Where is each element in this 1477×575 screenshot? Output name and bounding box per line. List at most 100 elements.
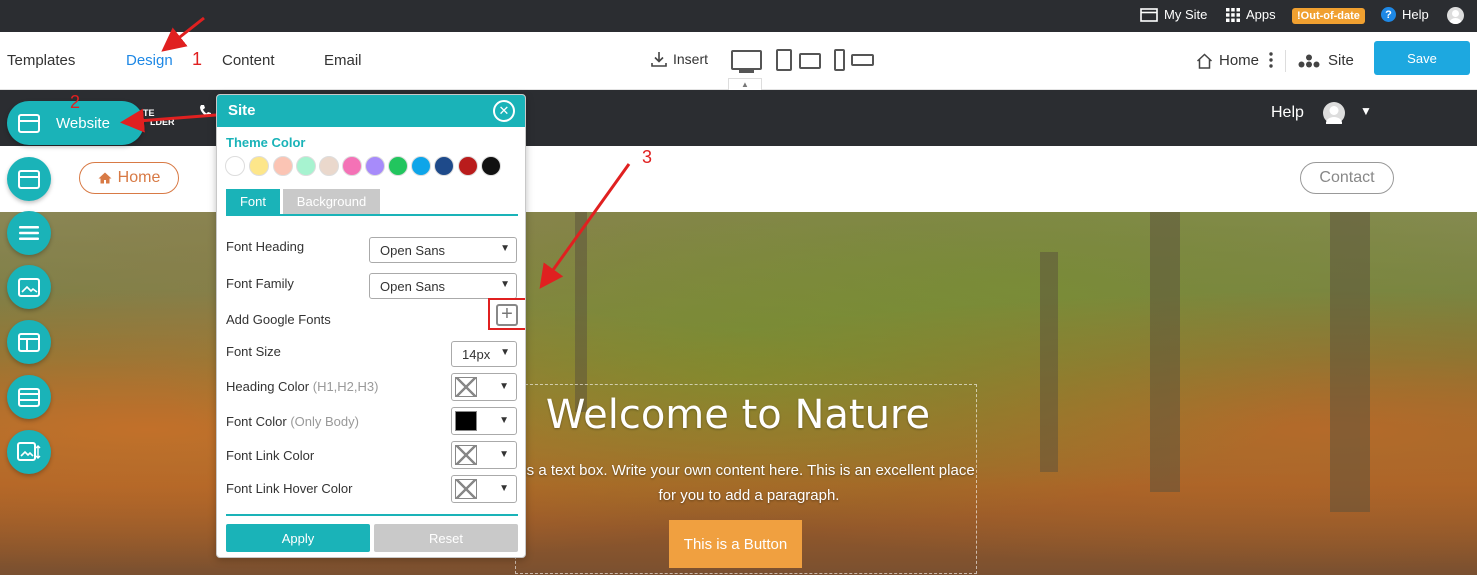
chevron-down-icon: ▼: [499, 381, 509, 392]
annotation-highlight-box: [488, 298, 525, 330]
font-family-value: Open Sans: [380, 279, 446, 294]
heading-color-picker[interactable]: ▼: [451, 373, 517, 401]
apply-button[interactable]: Apply: [226, 524, 370, 552]
theme-swatch[interactable]: [434, 156, 454, 176]
theme-swatch[interactable]: [411, 156, 431, 176]
footer-section-button[interactable]: [7, 375, 51, 419]
chevron-down-icon: ▼: [499, 449, 509, 460]
user-avatar[interactable]: [1447, 7, 1464, 24]
insert-label: Insert: [673, 51, 709, 67]
font-color-picker[interactable]: ▼: [451, 407, 517, 435]
house-icon: [98, 172, 112, 184]
heading-color-text: Heading Color: [226, 379, 310, 394]
download-icon: [651, 52, 667, 67]
browser-icon: [1140, 7, 1158, 22]
theme-swatch[interactable]: [225, 156, 245, 176]
tab-background[interactable]: Background: [283, 189, 380, 214]
editor-toolbar: Templates Design Content Email Insert ▲ …: [0, 32, 1477, 90]
insert-button[interactable]: Insert: [651, 51, 708, 67]
font-size-label: Font Size: [226, 344, 281, 359]
site-user-avatar[interactable]: [1323, 102, 1345, 129]
home-page-button[interactable]: Home: [1196, 52, 1259, 69]
add-google-fonts-label: Add Google Fonts: [226, 312, 331, 327]
hamburger-icon: [19, 226, 39, 240]
theme-swatch[interactable]: [481, 156, 501, 176]
tab-email[interactable]: Email: [324, 52, 362, 69]
website-label: Website: [56, 114, 110, 132]
apps-link[interactable]: Apps: [1226, 7, 1276, 22]
chevron-down-icon: ▼: [499, 483, 509, 494]
nav-contact-button[interactable]: Contact: [1300, 162, 1394, 194]
reset-button[interactable]: Reset: [374, 524, 518, 552]
tab-content[interactable]: Content: [222, 52, 275, 69]
hero-button[interactable]: This is a Button: [669, 520, 802, 568]
no-color-swatch: [455, 377, 477, 397]
tree-trunk: [1330, 212, 1370, 512]
font-size-select[interactable]: 14px ▼: [451, 341, 517, 367]
theme-swatch[interactable]: [296, 156, 316, 176]
link-color-picker[interactable]: ▼: [451, 441, 517, 469]
top-bar: My Site Apps !Out-of-date ? Help: [0, 0, 1477, 32]
panel-header: Site ✕: [217, 95, 525, 127]
panel-divider: [226, 514, 518, 516]
desktop-view-icon[interactable]: [731, 50, 762, 70]
nav-home-label: Home: [117, 169, 161, 186]
site-settings-panel: Site ✕ Theme Color Font Background Font …: [216, 94, 526, 558]
image-frame-icon: [18, 277, 40, 297]
gallery-sort-icon: [17, 442, 41, 461]
layout-button[interactable]: [7, 320, 51, 364]
phone-landscape-icon[interactable]: [851, 54, 874, 66]
hero-paragraph[interactable]: is a text box. Write your own content he…: [520, 458, 978, 508]
theme-swatch[interactable]: [249, 156, 269, 176]
font-heading-select[interactable]: Open Sans ▼: [369, 237, 517, 263]
black-color-swatch: [455, 411, 477, 431]
toolbar-divider: [1285, 50, 1286, 72]
tab-templates[interactable]: Templates: [7, 52, 75, 69]
phone-portrait-icon[interactable]: [834, 49, 845, 71]
user-icon: [1326, 106, 1342, 129]
out-of-date-badge[interactable]: !Out-of-date: [1292, 8, 1365, 24]
heading-color-label: Heading Color (H1,H2,H3): [226, 379, 378, 394]
close-icon[interactable]: ✕: [493, 100, 515, 122]
no-color-swatch: [455, 445, 477, 465]
site-settings-button[interactable]: Site: [1298, 52, 1354, 69]
site-label: Site: [1328, 52, 1354, 69]
help-link[interactable]: ? Help: [1381, 7, 1429, 22]
theme-swatch[interactable]: [388, 156, 408, 176]
house-icon: [1196, 52, 1213, 69]
footer-icon: [18, 387, 40, 407]
theme-swatch[interactable]: [458, 156, 478, 176]
phone-icon: [200, 105, 211, 117]
tab-font[interactable]: Font: [226, 189, 280, 214]
font-color-text: Font Color: [226, 414, 287, 429]
apps-label: Apps: [1246, 7, 1276, 22]
chevron-down-icon: ▼: [500, 279, 510, 290]
theme-swatch[interactable]: [319, 156, 339, 176]
theme-swatch[interactable]: [273, 156, 293, 176]
my-site-link[interactable]: My Site: [1140, 7, 1207, 22]
browser-window-icon: [18, 113, 40, 133]
chevron-down-icon[interactable]: ▼: [1360, 104, 1372, 118]
nav-home-button[interactable]: Home: [79, 162, 179, 194]
save-button[interactable]: Save: [1374, 41, 1470, 75]
tablet-landscape-icon[interactable]: [799, 53, 821, 69]
font-family-select[interactable]: Open Sans ▼: [369, 273, 517, 299]
help-icon: ?: [1381, 7, 1396, 22]
link-hover-color-picker[interactable]: ▼: [451, 475, 517, 503]
tab-design[interactable]: Design: [126, 52, 173, 69]
hero-title[interactable]: Welcome to Nature: [528, 392, 948, 438]
tab-underline: [226, 214, 518, 216]
chevron-down-icon: ▼: [500, 347, 510, 358]
theme-swatch[interactable]: [342, 156, 362, 176]
tablet-portrait-icon[interactable]: [776, 49, 792, 71]
theme-swatch[interactable]: [365, 156, 385, 176]
banner-button[interactable]: [7, 265, 51, 309]
desktop-stand: [739, 70, 754, 73]
site-help-link[interactable]: Help: [1271, 104, 1304, 122]
collapse-toolbar-icon[interactable]: ▲: [728, 78, 762, 90]
browser-window-icon: [18, 169, 40, 189]
header-section-button[interactable]: [7, 157, 51, 201]
gallery-button[interactable]: [7, 430, 51, 474]
menu-button[interactable]: [7, 211, 51, 255]
more-vertical-icon[interactable]: [1269, 52, 1273, 68]
